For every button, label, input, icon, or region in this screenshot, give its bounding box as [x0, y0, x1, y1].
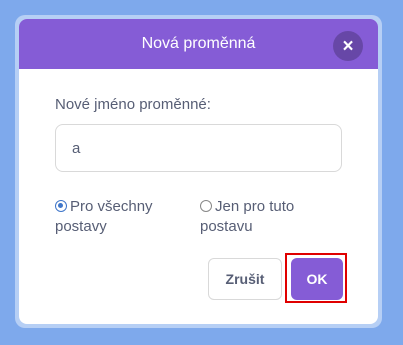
radio-unchecked-icon[interactable]: [200, 200, 212, 212]
new-variable-dialog: Nová proměnná × Nové jméno proměnné: Pro…: [19, 19, 378, 324]
radio-this-sprite-label: Jen pro tuto postavu: [200, 198, 295, 235]
radio-all-sprites-label: Pro všechny postavy: [55, 198, 153, 235]
variable-name-label: Nové jméno proměnné:: [55, 96, 211, 113]
dialog-header: Nová proměnná ×: [19, 19, 378, 69]
radio-all-sprites[interactable]: Pro všechny postavy: [55, 197, 185, 237]
close-icon: ×: [342, 35, 354, 57]
dialog-title: Nová proměnná: [141, 35, 256, 52]
variable-name-input[interactable]: [55, 124, 342, 172]
ok-button[interactable]: OK: [291, 258, 343, 300]
cancel-button[interactable]: Zrušit: [208, 258, 282, 300]
close-button[interactable]: ×: [333, 31, 363, 61]
radio-this-sprite[interactable]: Jen pro tuto postavu: [200, 197, 330, 237]
radio-checked-icon[interactable]: [55, 200, 67, 212]
